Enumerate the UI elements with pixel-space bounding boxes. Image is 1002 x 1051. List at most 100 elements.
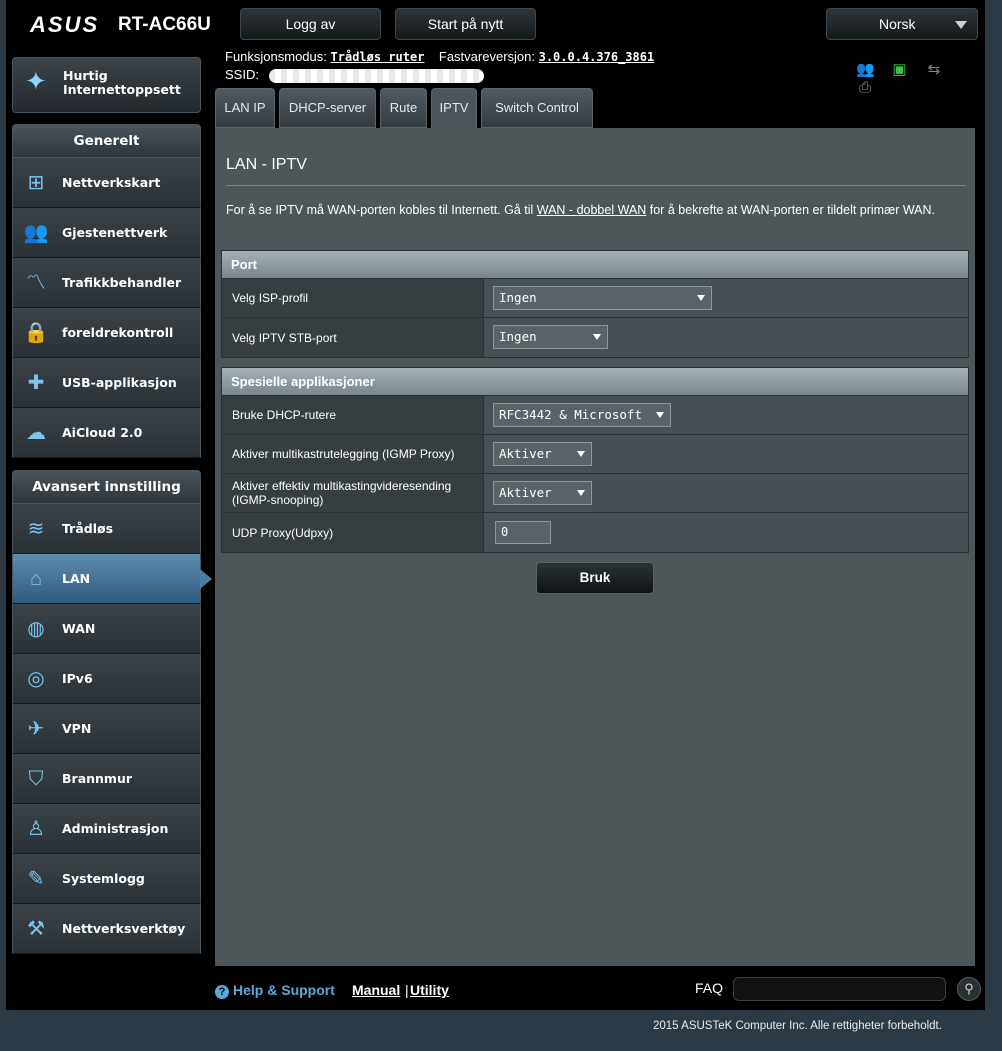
apply-button[interactable]: Bruk [536,562,654,594]
page-title: LAN - IPTV [226,156,307,173]
lock-icon: 🔒 [23,322,49,344]
manual-link[interactable]: Manual [352,982,400,998]
special-apps-header: Spesielle applikasjoner [222,368,968,396]
chevron-down-icon [577,451,585,457]
igmp-snooping-select[interactable]: Aktiver [493,481,592,505]
isp-profile-select[interactable]: Ingen [493,286,712,310]
main-panel: LAN - IPTV For å se IPTV må WAN-porten k… [215,128,975,966]
user-icon: ♙ [27,818,45,840]
chevron-down-icon [656,412,664,418]
tab-lan-ip[interactable]: LAN IP [215,88,275,128]
dhcp-routes-label: Bruke DHCP-rutere [222,396,484,434]
sidebar-item-administration[interactable]: ♙ Administrasjon [12,804,201,854]
igmp-proxy-select[interactable]: Aktiver [493,442,592,466]
igmp-proxy-value: Aktiver [499,446,552,461]
sidebar-item-network-map[interactable]: ⊞ Nettverkskart [12,158,201,208]
dhcp-routes-select[interactable]: RFC3442 & Microsoft [493,403,671,427]
sidebar-item-traffic-manager[interactable]: 〽 Trafikkbehandler [12,258,201,308]
ssid-info: SSID: [225,67,484,83]
copyright: 2015 ASUSTeK Computer Inc. Alle rettighe… [653,1020,942,1032]
title-divider [226,185,966,186]
sidebar-item-vpn[interactable]: ✈ VPN [12,704,201,754]
sidebar-item-firewall[interactable]: ⛉ Brannmur [12,754,201,804]
clients-icon[interactable]: 👥 [856,60,875,78]
cloud-icon: ☁ [26,422,46,444]
chevron-down-icon [577,490,585,496]
tools-icon: ⚒ [27,918,45,940]
sidebar-item-guest-network[interactable]: 👥 Gjestenettverk [12,208,201,258]
sidebar-item-label: Brannmur [62,771,133,786]
sidebar-item-label: Systemlogg [62,871,145,886]
udpxy-input[interactable]: 0 [495,521,551,544]
internet-status-icon[interactable]: ▣ [890,60,908,78]
logout-button[interactable]: Logg av [240,8,381,40]
stb-port-value: Ingen [499,329,537,344]
model-name: RT-AC66U [118,14,211,35]
usb-icon[interactable]: ⇆ [925,60,943,78]
wan-link[interactable]: WAN - dobbel WAN [537,203,647,217]
isp-profile-value: Ingen [499,290,537,305]
language-select[interactable]: Norsk [826,8,978,40]
sidebar-item-wireless[interactable]: ≋ Trådløs [12,504,201,554]
printer-icon[interactable]: ⎙ [856,79,874,96]
faq-search-input[interactable] [733,977,946,1001]
chevron-down-icon [697,295,705,301]
restart-button[interactable]: Start på nytt [395,8,536,40]
tab-switch-control[interactable]: Switch Control [481,88,593,128]
advanced-header: Avansert innstilling [12,470,201,504]
general-header: Generelt [12,124,201,158]
sidebar-item-label: LAN [62,571,91,586]
table-row: Velg ISP-profil Ingen [222,279,968,318]
sidebar-item-aicloud[interactable]: ☁ AiCloud 2.0 [12,408,201,458]
sidebar-item-ipv6[interactable]: ◎ IPv6 [12,654,201,704]
traffic-manager-icon: 〽 [26,272,46,294]
network-map-icon: ⊞ [27,172,45,194]
udpxy-label: UDP Proxy(Udpxy) [222,513,484,552]
stb-port-select[interactable]: Ingen [493,325,608,349]
mode-label: Funksjonsmodus: [225,49,327,64]
vpn-icon: ✈ [27,718,45,740]
guest-network-icon: 👥 [23,222,49,244]
sidebar-item-label: Nettverksverktøy [62,921,186,936]
port-table: Port Velg ISP-profil Ingen Velg IPTV STB… [221,250,969,358]
sidebar-item-label: foreldrekontroll [62,325,174,340]
sidebar-item-label: VPN [62,721,92,736]
firmware-link[interactable]: 3.0.0.4.376_3861 [539,50,655,64]
tab-route[interactable]: Rute [380,88,427,128]
chevron-down-icon [593,334,601,340]
sidebar-item-label: WAN [62,621,96,636]
tab-iptv[interactable]: IPTV [431,88,477,128]
table-row: Aktiver effektiv multikastingvideresendi… [222,474,968,513]
asus-logo: ASUS [30,12,100,37]
special-apps-table: Spesielle applikasjoner Bruke DHCP-ruter… [221,367,969,553]
utility-link[interactable]: Utility [410,982,449,998]
sidebar-item-parental-control[interactable]: 🔒 foreldrekontroll [12,308,201,358]
ssid-label: SSID: [225,67,259,82]
igmp-snooping-value: Aktiver [499,485,552,500]
sidebar-item-label: Trafikkbehandler [62,275,182,290]
ssid-redacted [268,68,484,83]
tab-dhcp-server[interactable]: DHCP-server [279,88,376,128]
sidebar-item-wan[interactable]: ◍ WAN [12,604,201,654]
table-row: Aktiver multikastrutelegging (IGMP Proxy… [222,435,968,474]
sidebar-item-lan[interactable]: ⌂ LAN [12,554,212,604]
faq-label: FAQ [695,980,724,996]
app-frame: ASUS RT-AC66U Logg av Start på nytt Nors… [6,0,985,1010]
mode-link[interactable]: Trådløs ruter [331,50,425,64]
isp-profile-label: Velg ISP-profil [222,279,484,317]
magic-wand-icon: ✦ [25,66,47,96]
search-icon[interactable]: ⚲ [957,977,981,1001]
description: For å se IPTV må WAN-porten kobles til I… [226,200,961,220]
table-row: Velg IPTV STB-port Ingen [222,318,968,357]
ipv6-icon: ◎ [27,668,45,690]
desc-text-2: for å bekrefte at WAN-porten er tildelt … [646,203,936,217]
help-support-link[interactable]: ? Help & Support [215,982,335,999]
sidebar-item-label: Administrasjon [62,821,169,836]
desc-text-1: For å se IPTV må WAN-porten kobles til I… [226,203,537,217]
sidebar-item-usb-application[interactable]: ✚ USB-applikasjon [12,358,201,408]
footer-bar: ? Help & Support Manual | Utility FAQ ⚲ [215,973,981,1005]
sidebar-item-network-tools[interactable]: ⚒ Nettverksverktøy [12,904,201,954]
general-menu: Generelt ⊞ Nettverkskart 👥 Gjestenettver… [12,124,201,458]
quick-setup-button[interactable]: ✦ Hurtig Internettoppsett [12,57,201,113]
sidebar-item-system-log[interactable]: ✎ Systemlogg [12,854,201,904]
